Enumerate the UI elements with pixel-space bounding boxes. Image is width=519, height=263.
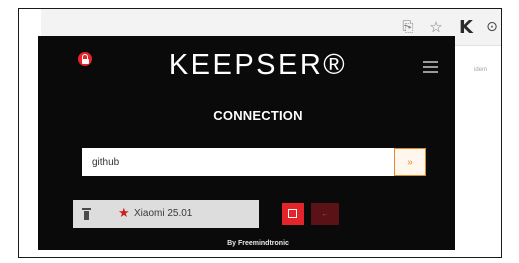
keepser-logo: KEEPSER®: [168, 49, 348, 81]
share-icon[interactable]: ⎘: [399, 18, 417, 36]
footer-credit: By Freemindtronic: [227, 240, 289, 247]
extension-icon[interactable]: ⊙: [483, 18, 501, 36]
lock-icon[interactable]: [78, 52, 92, 66]
search-button[interactable]: »: [394, 148, 426, 176]
background-page-text: idem: [474, 67, 488, 73]
secondary-action-button[interactable]: ←: [311, 203, 339, 225]
page-subtitle: CONNECTION: [213, 108, 303, 123]
open-entry-button[interactable]: [282, 203, 304, 225]
search-input[interactable]: [82, 148, 394, 176]
star-icon[interactable]: ☆: [427, 18, 445, 36]
trash-icon[interactable]: [82, 208, 91, 220]
keepser-popup: KEEPSER® CONNECTION » ★ Xiaomi 25.01 ← B…: [38, 36, 455, 250]
keepser-extension-icon[interactable]: K: [455, 17, 477, 38]
favorite-star-icon: ★: [118, 206, 130, 221]
hamburger-menu-icon[interactable]: [423, 61, 438, 73]
credential-label: Xiaomi 25.01: [134, 208, 193, 219]
credential-list-item[interactable]: ★ Xiaomi 25.01: [73, 200, 259, 228]
